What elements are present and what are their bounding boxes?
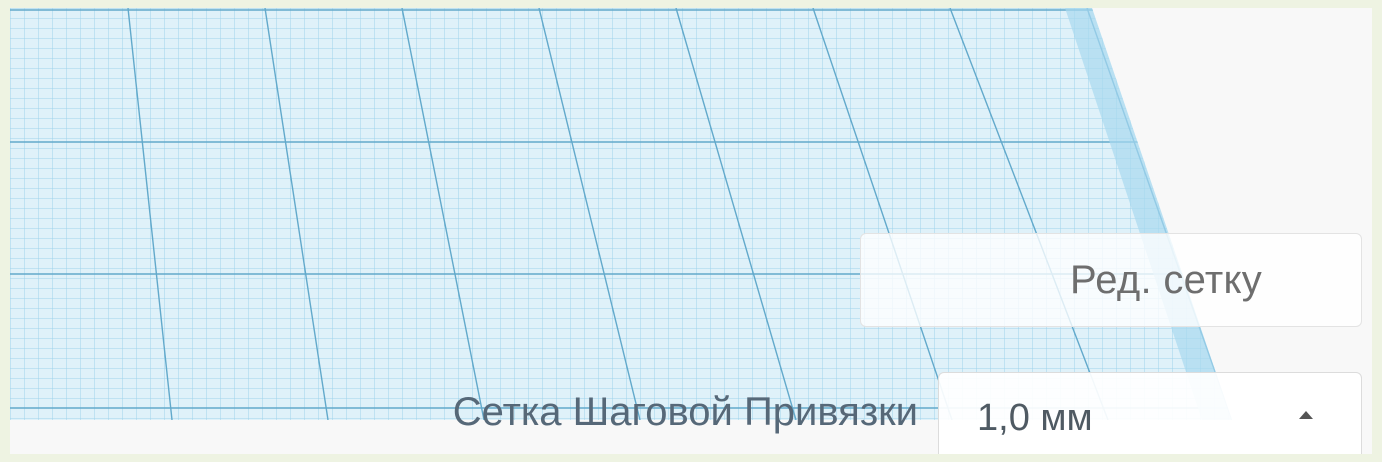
edit-grid-button[interactable]: Ред. сетку [860, 233, 1362, 327]
minor-grid-lines [10, 8, 1232, 420]
snap-grid-label: Сетка Шаговой Привязки [452, 390, 918, 434]
viewport[interactable]: Ред. сетку Сетка Шаговой Привязки 1,0 мм [10, 8, 1372, 454]
edit-grid-label: Ред. сетку [1069, 257, 1263, 302]
snap-grid-value: 1,0 мм [977, 397, 1093, 439]
snap-grid-select[interactable]: 1,0 мм [938, 372, 1362, 454]
caret-up-icon [1299, 411, 1313, 419]
